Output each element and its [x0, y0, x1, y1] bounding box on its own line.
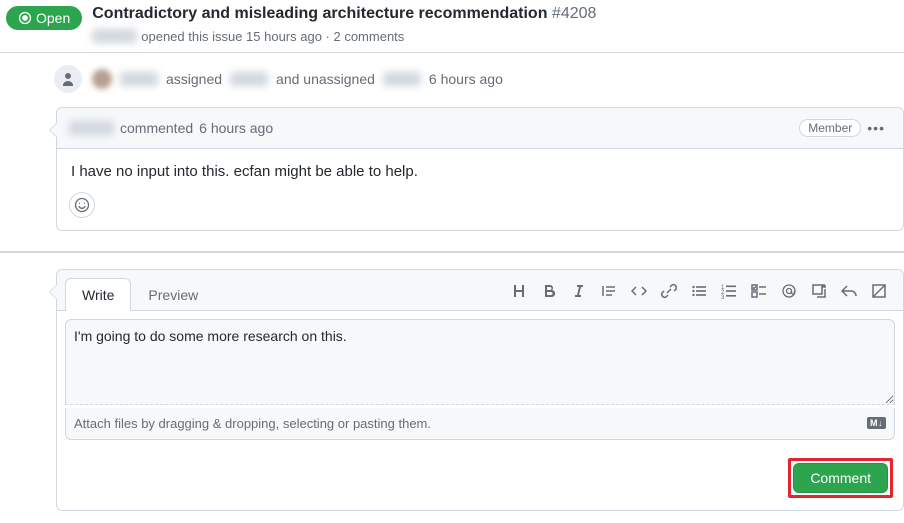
cross-reference-icon[interactable] — [809, 281, 829, 301]
actor-name-redacted — [120, 72, 158, 86]
comment-container: commented 6 hours ago Member ••• I have … — [56, 107, 904, 231]
bullet-list-icon[interactable] — [689, 281, 709, 301]
code-icon[interactable] — [629, 281, 649, 301]
tab-write[interactable]: Write — [65, 278, 131, 311]
mention-icon[interactable] — [779, 281, 799, 301]
role-badge: Member — [799, 119, 861, 137]
italic-icon[interactable] — [569, 281, 589, 301]
comment-action: commented — [120, 120, 193, 136]
author-redacted — [92, 29, 137, 43]
comment-time: 6 hours ago — [199, 120, 273, 136]
event-time: 6 hours ago — [429, 71, 503, 87]
timeline-event-assignment: assigned and unassigned 6 hours ago — [56, 53, 904, 107]
diff-icon[interactable] — [869, 281, 889, 301]
add-reaction-button[interactable] — [69, 192, 95, 218]
attach-hint-row[interactable]: Attach files by dragging & dropping, sel… — [65, 408, 895, 440]
comment-textarea[interactable] — [65, 319, 895, 405]
commenter-name-redacted — [69, 121, 114, 135]
attach-hint-text: Attach files by dragging & dropping, sel… — [74, 416, 431, 431]
issue-title: Contradictory and misleading architectur… — [92, 5, 547, 22]
numbered-list-icon[interactable]: 123 — [719, 281, 739, 301]
status-text: Open — [36, 10, 70, 26]
status-badge: Open — [6, 6, 82, 30]
comment-body: I have no input into this. ecfan might b… — [57, 149, 903, 192]
bold-icon[interactable] — [539, 281, 559, 301]
reply-icon[interactable] — [839, 281, 859, 301]
svg-text:3: 3 — [721, 295, 725, 299]
task-list-icon[interactable] — [749, 281, 769, 301]
issue-number: #4208 — [552, 5, 597, 22]
issue-header: Open Contradictory and misleading archit… — [0, 0, 904, 53]
link-icon[interactable] — [659, 281, 679, 301]
instruction-highlight: Comment — [788, 458, 893, 498]
person-icon — [52, 63, 84, 95]
comment-submit-button[interactable]: Comment — [793, 463, 888, 493]
issue-open-icon — [18, 11, 32, 25]
unassignee-redacted — [383, 72, 421, 86]
event-assigned-text: assigned — [166, 71, 222, 87]
new-comment-editor: Write Preview 123 Attach files by draggi… — [56, 269, 904, 511]
smiley-icon — [74, 197, 90, 213]
markdown-icon[interactable]: M↓ — [867, 417, 886, 429]
formatting-toolbar: 123 — [509, 281, 895, 307]
heading-icon[interactable] — [509, 281, 529, 301]
kebab-menu-icon[interactable]: ••• — [861, 116, 891, 140]
event-unassigned-text: and unassigned — [276, 71, 375, 87]
actor-avatar-redacted — [92, 69, 112, 89]
tab-preview[interactable]: Preview — [131, 278, 215, 311]
assignee-redacted — [230, 72, 268, 86]
opened-meta: opened this issue 15 hours ago · 2 comme… — [141, 29, 404, 44]
quote-icon[interactable] — [599, 281, 619, 301]
